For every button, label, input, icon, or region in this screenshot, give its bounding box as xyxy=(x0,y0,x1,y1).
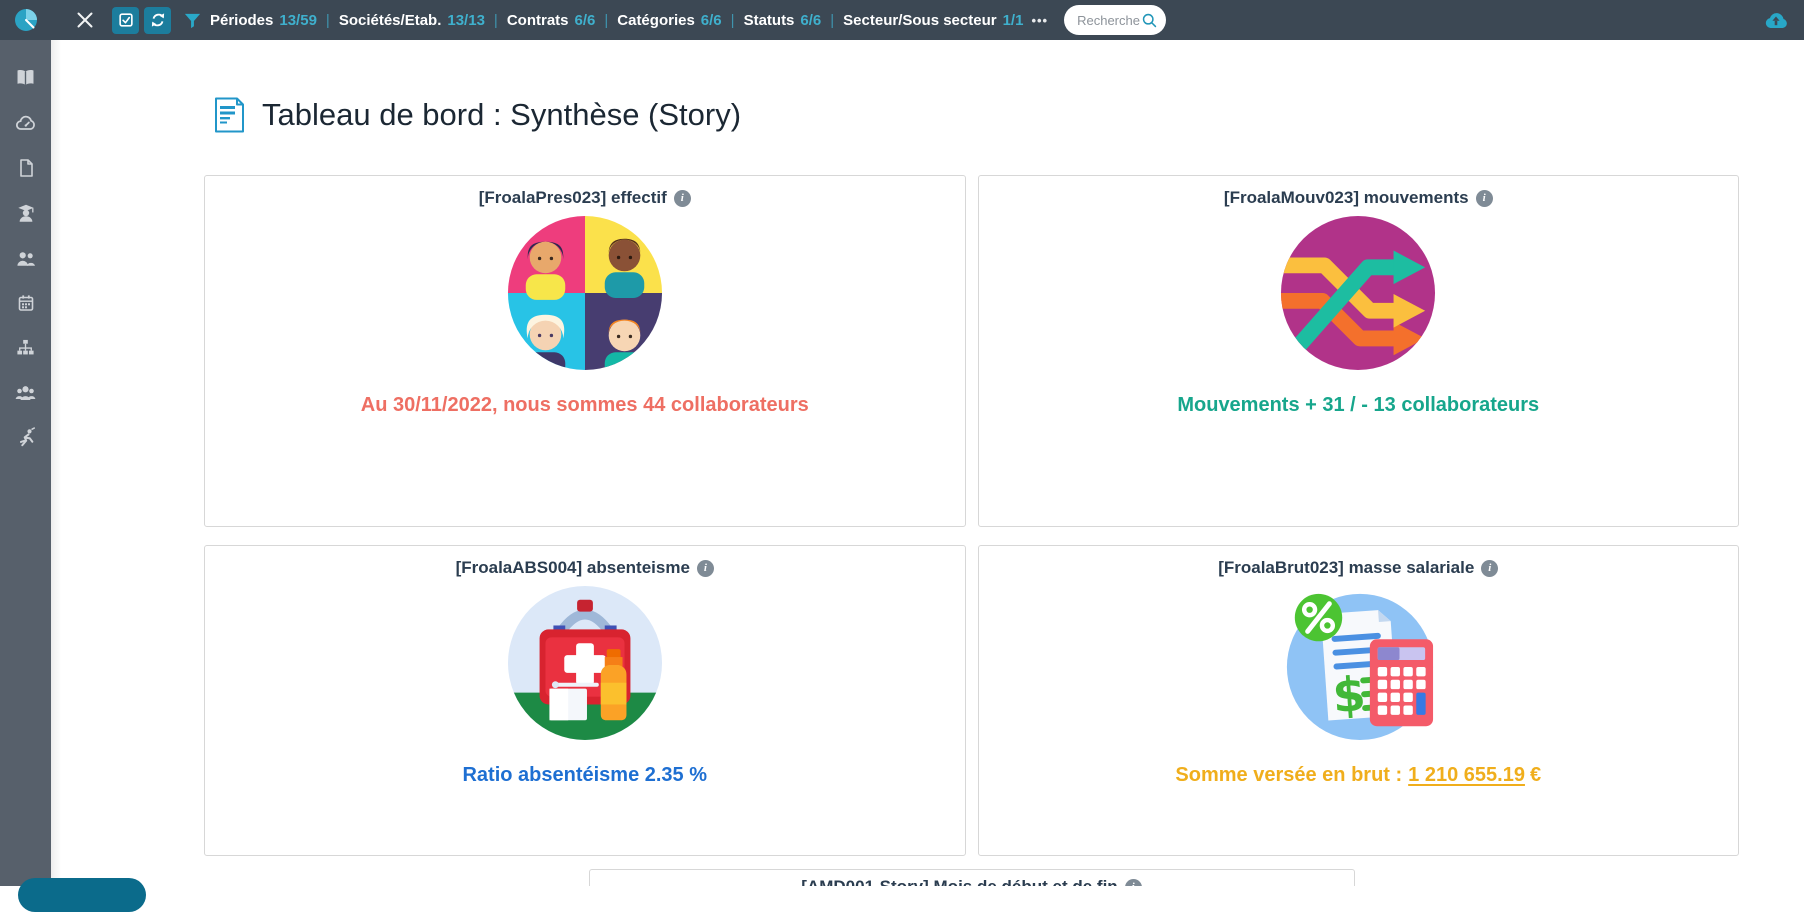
info-icon[interactable]: i xyxy=(697,560,714,577)
info-icon[interactable]: i xyxy=(1481,560,1498,577)
close-icon xyxy=(75,10,95,30)
more-filters-button[interactable]: ••• xyxy=(1031,13,1048,28)
card-illustration: $ xyxy=(979,584,1739,742)
card-illustration xyxy=(979,214,1739,372)
refresh-button[interactable] xyxy=(144,7,171,34)
card-absenteisme: [FroalaABS004] absenteisme i xyxy=(204,545,966,856)
filter-statuts[interactable]: Statuts6/6 xyxy=(744,12,822,29)
card-caption: Au 30/11/2022, nous sommes 44 collaborat… xyxy=(205,394,965,417)
filter-societes[interactable]: Sociétés/Etab.13/13 xyxy=(339,12,485,29)
sidebar-item-organisation[interactable] xyxy=(0,325,51,370)
filter-categories[interactable]: Catégories6/6 xyxy=(617,12,721,29)
filter-bar: Périodes13/59 | Sociétés/Etab.13/13 | Co… xyxy=(210,12,1048,29)
card-title: [AMD001-Story] Mois de début et de fin i xyxy=(590,877,1354,886)
info-icon[interactable]: i xyxy=(1476,190,1493,207)
card-title: [FroalaBrut023] masse salariale i xyxy=(979,558,1739,578)
sidebar-item-activity[interactable] xyxy=(0,415,51,460)
page-title: Tableau de bord : Synthèse (Story) xyxy=(262,97,741,133)
card-caption: Ratio absentéisme 2.35 % xyxy=(205,764,965,787)
filter-separator: | xyxy=(494,12,498,29)
card-effectif: [FroalaPres023] effectif i xyxy=(204,175,966,527)
search-box[interactable] xyxy=(1064,5,1166,35)
filter-separator: | xyxy=(830,12,834,29)
card-mouvements: [FroalaMouv023] mouvements i xyxy=(978,175,1740,527)
people-quadrants-icon xyxy=(506,214,664,372)
bottom-action-button[interactable] xyxy=(18,878,146,912)
sidebar-item-documents[interactable] xyxy=(0,145,51,190)
search-input[interactable] xyxy=(1077,13,1141,28)
pie-logo-icon xyxy=(13,7,39,33)
card-masse-salariale: [FroalaBrut023] masse salariale i xyxy=(978,545,1740,856)
card-title: [FroalaMouv023] mouvements i xyxy=(979,188,1739,208)
app-logo[interactable] xyxy=(0,0,51,40)
page-header: Tableau de bord : Synthèse (Story) xyxy=(214,97,1804,133)
search-icon[interactable] xyxy=(1141,12,1158,29)
card-title: [FroalaABS004] absenteisme i xyxy=(205,558,965,578)
card-caption: Mouvements + 31 / - 13 collaborateurs xyxy=(979,394,1739,417)
sidebar xyxy=(0,40,51,886)
runner-icon xyxy=(15,427,37,449)
users-icon xyxy=(15,247,37,269)
crossing-arrows-icon xyxy=(1279,214,1437,372)
invoice-calculator-icon: $ xyxy=(1279,584,1437,742)
cloud-upload-button[interactable] xyxy=(1764,10,1788,30)
masse-salariale-value-link[interactable]: 1 210 655.19 xyxy=(1408,764,1525,786)
topbar: Périodes13/59 | Sociétés/Etab.13/13 | Co… xyxy=(0,0,1804,40)
filter-separator: | xyxy=(326,12,330,29)
close-button[interactable] xyxy=(73,8,97,32)
calendar-icon xyxy=(16,293,36,313)
card-title: [FroalaPres023] effectif i xyxy=(205,188,965,208)
cloud-gauge-icon xyxy=(15,112,37,134)
sidebar-item-teams[interactable] xyxy=(0,370,51,415)
info-icon[interactable]: i xyxy=(1125,879,1142,887)
filter-periodes[interactable]: Périodes13/59 xyxy=(210,12,317,29)
card-amd001-partial: [AMD001-Story] Mois de début et de fin i xyxy=(589,869,1355,886)
select-all-button[interactable] xyxy=(112,7,139,34)
dashboard-grid: [FroalaPres023] effectif i xyxy=(204,175,1739,856)
filter-funnel-icon xyxy=(183,11,202,30)
sidebar-item-calendar[interactable] xyxy=(0,280,51,325)
main-content: Tableau de bord : Synthèse (Story) [Froa… xyxy=(51,40,1804,886)
card-caption: Somme versée en brut :1 210 655.19€ xyxy=(979,764,1739,787)
sidebar-item-training[interactable] xyxy=(0,190,51,235)
group-icon xyxy=(14,381,37,404)
report-document-icon xyxy=(214,97,245,133)
sidebar-item-dashboard[interactable] xyxy=(0,100,51,145)
cloud-upload-icon xyxy=(1764,10,1788,30)
sidebar-item-library[interactable] xyxy=(0,55,51,100)
card-illustration xyxy=(205,584,965,742)
checkbox-icon xyxy=(117,11,135,29)
book-icon xyxy=(15,67,36,88)
filter-separator: | xyxy=(604,12,608,29)
refresh-icon xyxy=(149,11,167,29)
first-aid-kit-icon xyxy=(506,584,664,742)
filter-separator: | xyxy=(731,12,735,29)
sidebar-item-employees[interactable] xyxy=(0,235,51,280)
info-icon[interactable]: i xyxy=(674,190,691,207)
hierarchy-icon xyxy=(15,337,36,358)
filter-toggle[interactable] xyxy=(183,11,202,30)
filter-contrats[interactable]: Contrats6/6 xyxy=(507,12,596,29)
graduate-icon xyxy=(15,202,37,224)
document-icon xyxy=(16,158,36,178)
filter-secteur[interactable]: Secteur/Sous secteur1/1 xyxy=(843,12,1023,29)
card-illustration xyxy=(205,214,965,372)
